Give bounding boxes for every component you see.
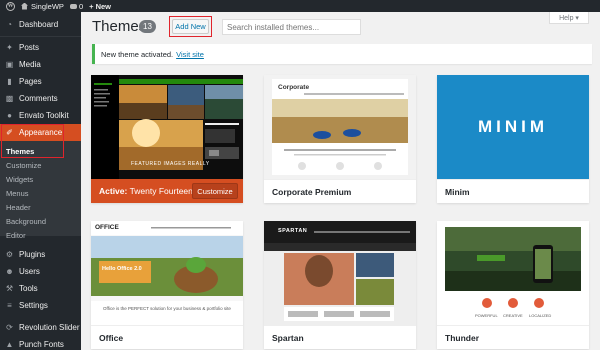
sidebar-item-tools[interactable]: ⚒ Tools [0,280,81,297]
home-icon [21,2,28,10]
pin-icon: ✦ [6,43,13,52]
theme-screenshot: OFFICE Hello Office 2.0 Office is the PE… [91,221,243,325]
sidebar-item-dashboard[interactable]: ◔ Dashboard [0,16,81,33]
feature-label: LOCALIZED [529,313,552,318]
theme-card-thunder[interactable]: POWERFUL CREATIVE LOCALIZED Thunder [437,221,589,349]
theme-activated-notice: New theme activated. Visit site [92,44,592,64]
theme-card-office[interactable]: OFFICE Hello Office 2.0 Office is the PE… [91,221,243,349]
submenu-background[interactable]: Background [0,214,81,228]
theme-screenshot: FEATURED IMAGES REALLY [91,75,243,179]
theme-card-corporate-premium[interactable]: Corporate Corporate Premium [264,75,416,203]
highlight-add-new [169,16,212,37]
minim-logo-text: MINIM [477,117,549,136]
theme-screenshot: Corporate [264,75,416,179]
screenshot-slide-title: Hello Office 2.0 [102,266,142,272]
screenshot-brand: Corporate [278,84,310,91]
sidebar-item-plugins[interactable]: ⚙ Plugins [0,246,81,263]
customize-button[interactable]: Customize [192,183,238,199]
envato-icon: ● [7,111,12,120]
theme-name: Thunder [437,325,589,349]
submenu-editor[interactable]: Editor [0,228,81,242]
fonts-icon: ▲ [5,340,14,349]
feature-label: POWERFUL [475,313,498,318]
admin-sidebar: ◔ Dashboard ✦ Posts ▣ Media ▮ Pages ▩ Comment… [0,12,81,350]
dashboard-icon: ◔ [7,20,12,29]
new-content-link[interactable]: + New [89,0,111,12]
theme-name: Corporate Premium [264,179,416,203]
sidebar-item-comments[interactable]: ▩ Comments [0,90,81,107]
media-icon: ▣ [5,60,14,69]
screenshot-brand: OFFICE [95,224,119,231]
theme-name: Spartan [264,325,416,349]
screenshot-brand: SPARTAN [278,228,308,234]
comments-icon: ▩ [5,94,14,103]
users-icon: ☻ [5,267,14,276]
sidebar-item-media[interactable]: ▣ Media [0,56,81,73]
plugins-icon: ⚙ [5,250,14,259]
divider [0,36,81,37]
sidebar-item-punch-fonts[interactable]: ▲ Punch Fonts [0,336,81,350]
theme-screenshot: MINIM [437,75,589,179]
theme-screenshot: POWERFUL CREATIVE LOCALIZED [437,221,589,325]
sidebar-item-revolution-slider[interactable]: ⟳ Revolution Slider [0,319,81,336]
sidebar-item-pages[interactable]: ▮ Pages [0,73,81,90]
sidebar-item-users[interactable]: ☻ Users [0,263,81,280]
comments-link[interactable]: 0 [69,0,83,12]
tools-icon: ⚒ [5,284,14,293]
submenu-customize[interactable]: Customize [0,158,81,172]
theme-card-minim[interactable]: MINIM Minim [437,75,589,203]
settings-icon: ≡ [7,301,12,310]
theme-card-twenty-fourteen[interactable]: FEATURED IMAGES REALLY Active: Twenty Fo… [91,75,243,203]
feature-label: CREATIVE [503,313,523,318]
screenshot-caption: FEATURED IMAGES REALLY [131,161,210,167]
admin-bar: W SingleWP 0 + New [0,0,600,12]
site-name-link[interactable]: SingleWP [21,0,64,12]
wordpress-logo-icon[interactable]: W [6,0,15,12]
submenu-menus[interactable]: Menus [0,186,81,200]
theme-card-spartan[interactable]: SPARTAN Spartan [264,221,416,349]
submenu-widgets[interactable]: Widgets [0,172,81,186]
visit-site-link[interactable]: Visit site [176,50,204,59]
themes-count-badge: 13 [139,20,156,33]
slider-icon: ⟳ [6,323,13,332]
theme-name: Minim [437,179,589,203]
highlight-appearance-themes [1,124,64,158]
theme-name: Office [91,325,243,349]
sidebar-item-envato-toolkit[interactable]: ● Envato Toolkit [0,107,81,124]
active-theme-footer: Active: Twenty Fourteen Customize [91,179,243,203]
screenshot-tagline: Office is the PERFECT solution for your … [103,306,231,311]
comment-bubble-icon [69,3,77,9]
submenu-header[interactable]: Header [0,200,81,214]
help-tab-button[interactable]: Help ▾ [549,12,589,24]
search-themes-input[interactable] [222,19,361,35]
theme-name: Twenty Fourteen [129,186,193,196]
sidebar-item-settings[interactable]: ≡ Settings [0,297,81,314]
sidebar-item-posts[interactable]: ✦ Posts [0,39,81,56]
theme-screenshot: SPARTAN [264,221,416,325]
pages-icon: ▮ [7,77,12,86]
